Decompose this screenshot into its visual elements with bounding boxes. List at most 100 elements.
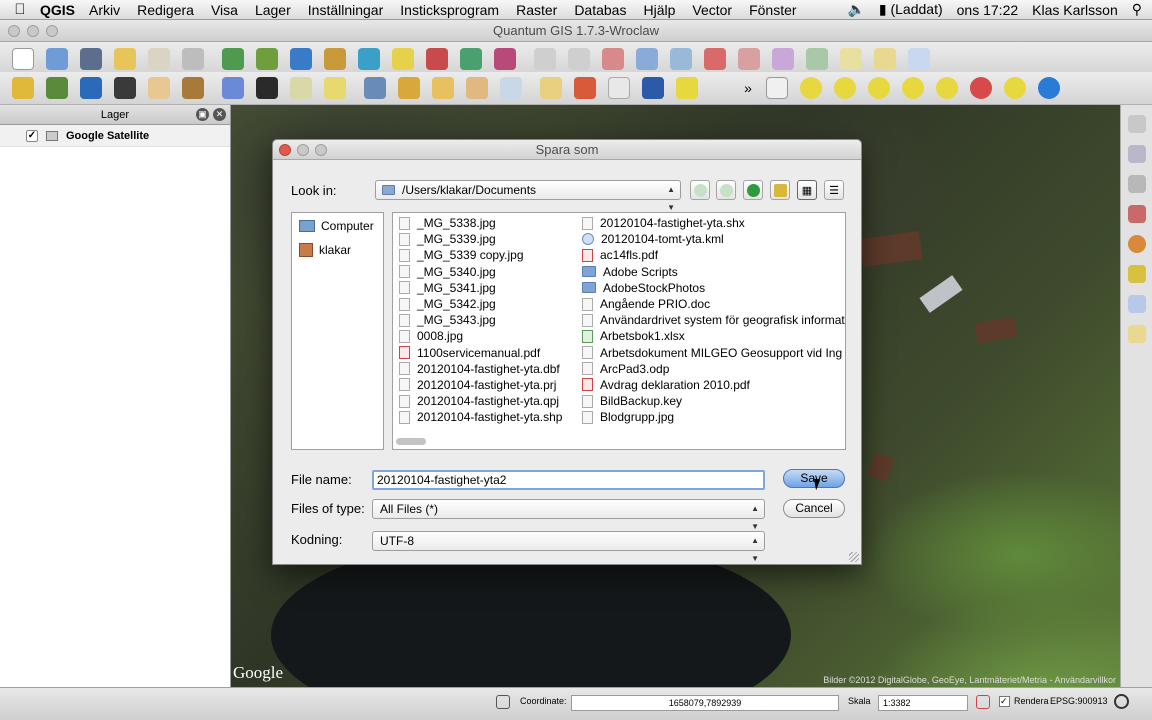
layer-item[interactable]: ✓ Google Satellite bbox=[0, 125, 230, 147]
show-hide-labels-button[interactable] bbox=[494, 74, 528, 102]
more-tools-button[interactable]: » bbox=[736, 74, 760, 102]
list-view-button[interactable]: ▦ bbox=[797, 180, 817, 200]
file-item[interactable]: _MG_5339.jpg bbox=[399, 231, 562, 247]
map-attribution[interactable]: Bilder ©2012 DigitalGlobe, GeoEye, Lantm… bbox=[823, 675, 1116, 685]
file-name-input[interactable]: 20120104-fastighet-yta2 bbox=[372, 470, 765, 490]
clock[interactable]: ons 17:22 bbox=[957, 2, 1019, 18]
file-item[interactable]: _MG_5339 copy.jpg bbox=[399, 247, 562, 263]
file-item[interactable]: _MG_5340.jpg bbox=[399, 264, 562, 280]
zoom-selection-button[interactable] bbox=[896, 74, 930, 102]
delete-ring-button[interactable] bbox=[698, 45, 732, 73]
delete-part-button[interactable] bbox=[732, 45, 766, 73]
node-tool-button[interactable] bbox=[766, 45, 800, 73]
pan-button[interactable] bbox=[760, 74, 794, 102]
save-project-button[interactable] bbox=[74, 45, 108, 73]
undo-button[interactable] bbox=[528, 45, 562, 73]
composer-button[interactable] bbox=[176, 74, 210, 102]
file-item[interactable]: 20120104-fastighet-yta.dbf bbox=[399, 361, 562, 377]
dialog-zoom-button[interactable] bbox=[315, 144, 327, 156]
file-item[interactable]: _MG_5343.jpg bbox=[399, 312, 562, 328]
menu-insticksprogram[interactable]: Insticksprogram bbox=[400, 2, 499, 18]
volume-icon[interactable]: 🔈 bbox=[847, 1, 864, 18]
menu-installningar[interactable]: Inställningar bbox=[308, 2, 384, 18]
add-wms-button[interactable] bbox=[352, 45, 386, 73]
scale-field[interactable]: 1:3382 bbox=[878, 695, 968, 711]
scrollbar-thumb[interactable] bbox=[396, 438, 426, 445]
zoom-layer-button[interactable] bbox=[930, 74, 964, 102]
files-of-type-select[interactable]: All Files (*) ▲ ▼ bbox=[372, 499, 765, 531]
field-calculator-button[interactable] bbox=[636, 74, 670, 102]
cut-icon[interactable] bbox=[1127, 265, 1146, 283]
remove-layer-button[interactable] bbox=[420, 45, 454, 73]
file-item[interactable]: ArcPad3.odp bbox=[582, 361, 845, 377]
show-tips-button[interactable] bbox=[74, 74, 108, 102]
file-item[interactable]: 20120104-fastighet-yta.prj bbox=[399, 377, 562, 393]
menu-databas[interactable]: Databas bbox=[574, 2, 626, 18]
file-item[interactable]: Blodgrupp.jpg bbox=[582, 409, 845, 425]
file-item[interactable]: Användardrivet system för geografisk inf… bbox=[582, 312, 845, 328]
paste-icon[interactable] bbox=[1127, 325, 1146, 343]
file-item[interactable]: BildBackup.key bbox=[582, 393, 845, 409]
file-item[interactable]: _MG_5342.jpg bbox=[399, 296, 562, 312]
file-item[interactable]: 20120104-fastighet-yta.qpj bbox=[399, 393, 562, 409]
copy-icon[interactable] bbox=[1127, 295, 1146, 313]
annotation-button[interactable] bbox=[534, 74, 568, 102]
new-folder-button[interactable] bbox=[770, 180, 790, 200]
digitize-line-button[interactable] bbox=[630, 45, 664, 73]
file-item[interactable]: 0008.jpg bbox=[399, 328, 562, 344]
attribute-table-button[interactable] bbox=[602, 74, 636, 102]
add-postgis-button[interactable] bbox=[284, 45, 318, 73]
new-shapefile-button[interactable] bbox=[386, 45, 420, 73]
zoom-last-button[interactable] bbox=[964, 74, 998, 102]
stop-render-icon[interactable] bbox=[976, 695, 990, 709]
new-project-button[interactable] bbox=[6, 45, 40, 73]
minimize-window-button[interactable] bbox=[27, 25, 39, 37]
menu-arkiv[interactable]: Arkiv bbox=[89, 2, 120, 18]
coordinate-field[interactable]: 1658079,7892939 bbox=[571, 695, 839, 711]
resize-grip-icon[interactable] bbox=[849, 552, 859, 562]
file-item[interactable]: Adobe Scripts bbox=[582, 264, 845, 280]
zoom-full-button[interactable] bbox=[862, 74, 896, 102]
digitize-polygon-button[interactable] bbox=[664, 45, 698, 73]
dialog-minimize-button[interactable] bbox=[297, 144, 309, 156]
move-label-button[interactable] bbox=[426, 74, 460, 102]
cancel-button[interactable]: Cancel bbox=[783, 499, 845, 518]
add-wfs-button[interactable] bbox=[454, 45, 488, 73]
file-item[interactable]: ac14fls.pdf bbox=[582, 247, 845, 263]
close-panel-button[interactable]: ✕ bbox=[213, 108, 226, 121]
file-item[interactable]: _MG_5341.jpg bbox=[399, 280, 562, 296]
render-checkbox[interactable]: ✓ bbox=[999, 696, 1010, 707]
save-as-button[interactable] bbox=[108, 45, 142, 73]
rotate-label-button[interactable] bbox=[392, 74, 426, 102]
save-edits-icon[interactable] bbox=[1127, 145, 1146, 163]
refresh-button[interactable] bbox=[902, 45, 936, 73]
menu-app-name[interactable]: QGIS bbox=[40, 2, 75, 18]
copy-features-button[interactable] bbox=[834, 45, 868, 73]
open-project-button[interactable] bbox=[40, 45, 74, 73]
split-features-button[interactable] bbox=[800, 45, 834, 73]
zoom-in-button[interactable] bbox=[794, 74, 828, 102]
move-feature-icon[interactable] bbox=[1127, 175, 1146, 193]
file-list[interactable]: _MG_5338.jpg _MG_5339.jpg _MG_5339 copy.jp… bbox=[392, 212, 846, 450]
horizontal-scrollbar[interactable] bbox=[396, 438, 836, 446]
d2s-button[interactable] bbox=[6, 74, 40, 102]
coordinate-toggle-icon[interactable] bbox=[496, 695, 510, 709]
apple-icon[interactable]:  bbox=[0, 1, 40, 18]
map-refresh-button[interactable] bbox=[1032, 74, 1066, 102]
encoding-select[interactable]: UTF-8 ▲ ▼ bbox=[372, 531, 765, 563]
whats-this-button[interactable] bbox=[250, 74, 284, 102]
toggle-editing-button[interactable] bbox=[40, 74, 74, 102]
node-icon[interactable] bbox=[1127, 205, 1146, 223]
parent-directory-button[interactable] bbox=[743, 180, 763, 200]
file-item[interactable]: 20120104-fastighet-yta.shx bbox=[582, 215, 845, 231]
find-button[interactable] bbox=[108, 74, 142, 102]
metadata-button[interactable] bbox=[142, 74, 176, 102]
menu-vector[interactable]: Vector bbox=[692, 2, 732, 18]
back-button[interactable] bbox=[690, 180, 710, 200]
delete-selected-icon[interactable] bbox=[1127, 235, 1146, 253]
map-tips-button[interactable] bbox=[670, 74, 704, 102]
paste-features-button[interactable] bbox=[868, 45, 902, 73]
zoom-next-button[interactable] bbox=[998, 74, 1032, 102]
file-item[interactable]: 20120104-tomt-yta.kml bbox=[582, 231, 845, 247]
detail-view-button[interactable]: ☰ bbox=[824, 180, 844, 200]
